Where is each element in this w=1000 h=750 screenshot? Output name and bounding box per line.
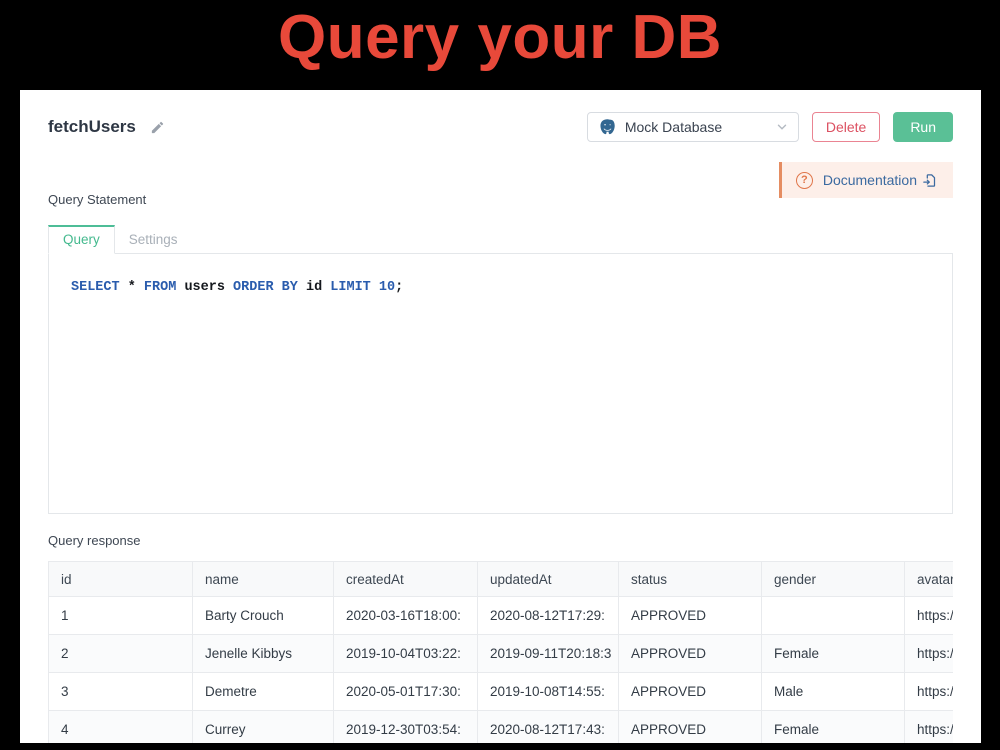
panel-header: fetchUsers Mock Database [48, 112, 953, 142]
table-cell: Female [762, 711, 905, 744]
database-selector[interactable]: Mock Database [587, 112, 799, 142]
table-cell: https:// [905, 635, 954, 673]
query-response-label: Query response [48, 533, 953, 548]
table-cell: Demetre [193, 673, 334, 711]
table-cell: 1 [49, 597, 193, 635]
header-controls: Mock Database Delete Run [587, 112, 953, 142]
database-selector-value: Mock Database [625, 119, 768, 135]
table-cell: 2019-12-30T03:54: [334, 711, 478, 744]
run-button[interactable]: Run [893, 112, 953, 142]
documentation-link[interactable]: Documentation [823, 172, 937, 188]
query-panel: fetchUsers Mock Database [20, 90, 981, 743]
table-cell: Female [762, 635, 905, 673]
documentation-link-label: Documentation [823, 172, 917, 188]
table-cell: Jenelle Kibbys [193, 635, 334, 673]
table-cell: 2 [49, 635, 193, 673]
results-table: idnamecreatedAtupdatedAtstatusgenderavat… [48, 561, 953, 743]
sql-editor[interactable]: SELECT * FROM users ORDER BY id LIMIT 10… [48, 254, 953, 514]
delete-button[interactable]: Delete [812, 112, 880, 142]
table-cell: APPROVED [619, 635, 762, 673]
sql-token: 10 [379, 280, 395, 295]
column-header-status: status [619, 562, 762, 597]
table-cell: 2019-09-11T20:18:3 [478, 635, 619, 673]
column-header-gender: gender [762, 562, 905, 597]
column-header-name: name [193, 562, 334, 597]
table-cell: 2020-05-01T17:30: [334, 673, 478, 711]
sql-token: FROM [144, 280, 185, 295]
table-cell: 2019-10-04T03:22: [334, 635, 478, 673]
column-header-updatedAt: updatedAt [478, 562, 619, 597]
edit-name-button[interactable] [150, 120, 165, 135]
sql-code-line: SELECT * FROM users ORDER BY id LIMIT 10… [49, 254, 952, 295]
external-link-icon [922, 173, 937, 188]
table-row: 4Currey2019-12-30T03:54:2020-08-12T17:43… [49, 711, 954, 744]
page-title: Query your DB [0, 2, 1000, 73]
table-cell: 4 [49, 711, 193, 744]
postgresql-icon [598, 118, 617, 137]
table-cell: APPROVED [619, 673, 762, 711]
table-cell: 2020-08-12T17:29: [478, 597, 619, 635]
pencil-icon [150, 120, 165, 135]
table-cell: APPROVED [619, 711, 762, 744]
question-circle-icon: ? [796, 172, 813, 189]
table-cell: https:// [905, 597, 954, 635]
documentation-banner: ? Documentation [779, 162, 953, 198]
table-row: 2Jenelle Kibbys2019-10-04T03:22:2019-09-… [49, 635, 954, 673]
sql-token: ORDER BY [233, 280, 306, 295]
table-cell: 2020-03-16T18:00: [334, 597, 478, 635]
table-cell: 3 [49, 673, 193, 711]
sql-token: SELECT [71, 280, 128, 295]
table-cell: Male [762, 673, 905, 711]
column-header-createdAt: createdAt [334, 562, 478, 597]
query-name-wrap: fetchUsers [48, 117, 165, 137]
table-cell: Barty Crouch [193, 597, 334, 635]
tab-query[interactable]: Query [48, 225, 115, 254]
tab-settings[interactable]: Settings [115, 225, 192, 253]
table-row: 1Barty Crouch2020-03-16T18:00:2020-08-12… [49, 597, 954, 635]
sql-token: id [306, 280, 330, 295]
table-cell: https:// [905, 711, 954, 744]
column-header-id: id [49, 562, 193, 597]
table-cell [762, 597, 905, 635]
table-cell: https:// [905, 673, 954, 711]
table-row: 3Demetre2020-05-01T17:30:2019-10-08T14:5… [49, 673, 954, 711]
sql-token: * [128, 280, 144, 295]
table-header-row: idnamecreatedAtupdatedAtstatusgenderavat… [49, 562, 954, 597]
sql-token: users [184, 280, 233, 295]
chevron-down-icon [776, 121, 788, 133]
table-cell: 2019-10-08T14:55: [478, 673, 619, 711]
sql-token: LIMIT [330, 280, 379, 295]
query-name: fetchUsers [48, 117, 136, 137]
results-table-wrap: idnamecreatedAtupdatedAtstatusgenderavat… [48, 561, 953, 743]
table-cell: 2020-08-12T17:43: [478, 711, 619, 744]
editor-tabbar: QuerySettings [48, 225, 953, 254]
sql-token: ; [395, 280, 403, 295]
table-cell: Currey [193, 711, 334, 744]
table-cell: APPROVED [619, 597, 762, 635]
column-header-avatar: avatar [905, 562, 954, 597]
